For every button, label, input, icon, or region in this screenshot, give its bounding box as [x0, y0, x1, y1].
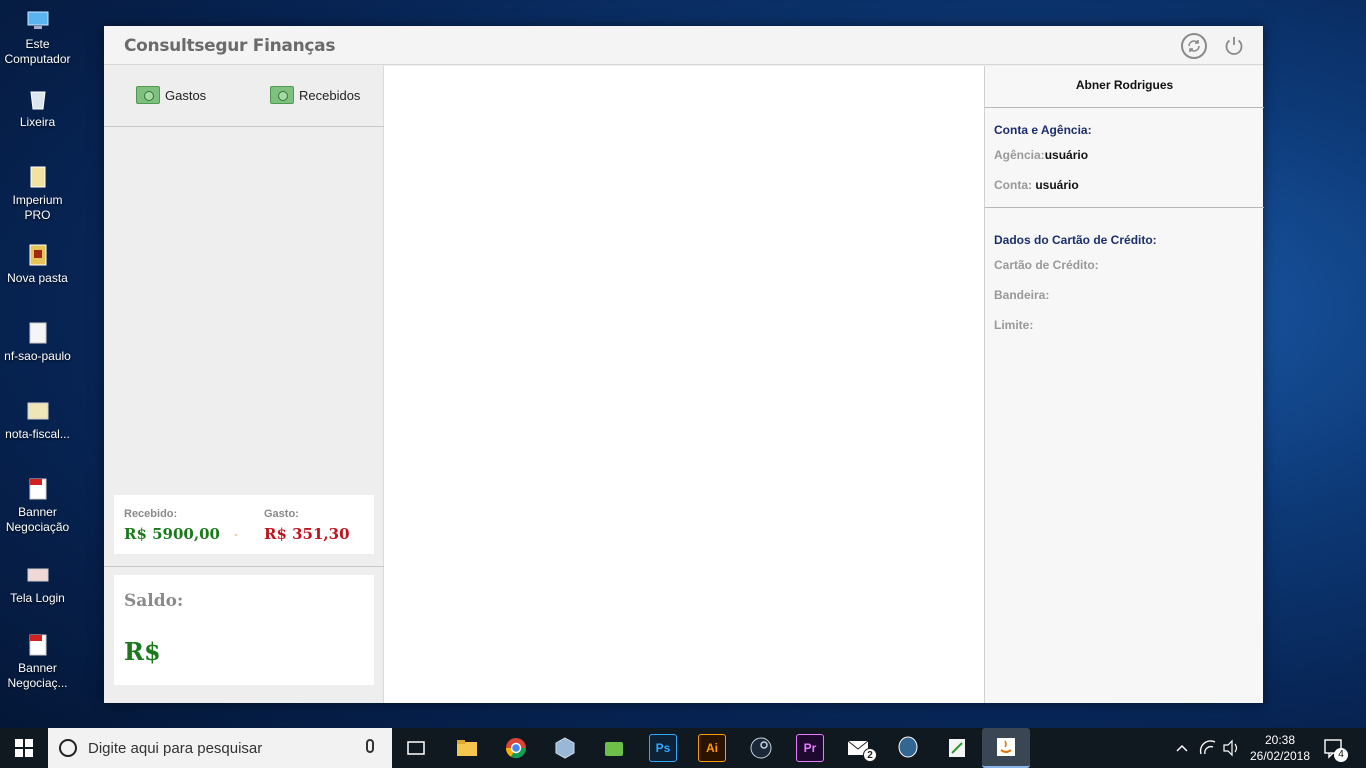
illustrator-icon[interactable]: Ai: [698, 734, 726, 762]
gastos-button[interactable]: Gastos: [136, 86, 206, 104]
gastos-label: Gastos: [165, 87, 207, 103]
desktop-icon-label: Banner Negociação: [5, 505, 70, 534]
divider: [104, 566, 384, 567]
clock[interactable]: 20:38 26/02/2018: [1240, 732, 1320, 764]
microphone-icon[interactable]: [366, 739, 374, 753]
saldo-value: R$: [124, 637, 161, 666]
conta-section-title: Conta e Agência:: [994, 123, 1092, 137]
steam-icon[interactable]: [747, 734, 775, 762]
notification-badge: 4: [1334, 748, 1348, 762]
android-icon[interactable]: [600, 734, 628, 762]
recebido-label: Recebido:: [124, 508, 178, 520]
pdf-icon: [29, 478, 46, 500]
desktop-icon-recycle-bin[interactable]: Lixeira: [0, 86, 75, 130]
money-icon: [270, 86, 294, 104]
document-icon: [30, 166, 45, 188]
start-button[interactable]: [0, 728, 48, 768]
java-icon[interactable]: [982, 728, 1030, 768]
desktop-icon-imperium[interactable]: Imperium PRO: [0, 164, 75, 223]
cortana-icon: [59, 739, 77, 757]
app-title: Consultsegur Finanças: [124, 36, 336, 56]
photoshop-icon[interactable]: Ps: [649, 734, 677, 762]
desktop-icon-label: Tela Login: [10, 591, 65, 605]
desktop-icon-banner-negociacao-2[interactable]: Banner Negociaç...: [0, 632, 75, 691]
conta-value: usuário: [1035, 178, 1079, 192]
desktop-icon-computer[interactable]: Este Computador: [0, 8, 75, 67]
desktop-icon-label: Banner Negociaç...: [7, 661, 68, 690]
money-icon: [136, 86, 160, 104]
power-button[interactable]: [1221, 33, 1247, 59]
divider: [985, 107, 1264, 108]
summary-dash: -: [234, 527, 238, 541]
mail-icon[interactable]: 2: [845, 734, 877, 762]
taskbar: Digite aqui para pesquisar Ps Ai Pr 2 20…: [0, 728, 1366, 768]
summary-card: Recebido: R$ 5900,00 - Gasto: R$ 351,30: [114, 495, 374, 554]
image-file-icon: [29, 322, 46, 344]
chrome-icon[interactable]: [502, 734, 530, 762]
mail-badge: 2: [863, 748, 877, 762]
task-view-icon[interactable]: [402, 734, 430, 762]
recebidos-button[interactable]: Recebidos: [270, 86, 360, 104]
virtualbox-icon[interactable]: [551, 734, 579, 762]
bandeira-label: Bandeira:: [994, 288, 1050, 302]
gasto-label: Gasto:: [264, 508, 299, 520]
refresh-icon: [1188, 40, 1200, 52]
clock-time: 20:38: [1264, 733, 1296, 747]
divider: [985, 207, 1264, 208]
agencia-field: Agência:usuário: [994, 148, 1088, 162]
desktop-icon-label: Imperium PRO: [12, 193, 63, 222]
search-box[interactable]: Digite aqui para pesquisar: [48, 728, 392, 768]
desktop-icon-label: Este Computador: [4, 37, 71, 66]
clock-date: 26/02/2018: [1249, 749, 1311, 763]
content-area: [384, 66, 984, 703]
user-name: Abner Rodrigues: [1075, 78, 1174, 92]
left-panel: Gastos Recebidos Recebido: R$ 5900,00 - …: [104, 66, 384, 703]
power-icon: [1225, 37, 1243, 55]
agencia-value: usuário: [1044, 148, 1089, 162]
image-file-icon: [27, 568, 48, 582]
recebido-value: R$ 5900,00: [124, 525, 220, 543]
agencia-label: Agência:: [994, 148, 1045, 162]
desktop-icon-banner-negociacao[interactable]: Banner Negociação: [0, 476, 75, 535]
saldo-label: Saldo:: [124, 591, 184, 611]
conta-field: Conta: usuário: [994, 178, 1079, 192]
desktop-icon-nova-pasta[interactable]: Nova pasta: [0, 242, 75, 286]
desktop-icon-label: nota-fiscal...: [5, 427, 70, 441]
volume-icon[interactable]: [1221, 728, 1241, 768]
app-window: Consultsegur Finanças Gastos Recebidos R…: [104, 26, 1264, 703]
gasto-value: R$ 351,30: [264, 525, 350, 543]
refresh-button[interactable]: [1181, 33, 1207, 59]
premiere-icon[interactable]: Pr: [796, 734, 824, 762]
windows-icon: [15, 739, 33, 757]
desktop-icon-label: Nova pasta: [7, 271, 68, 285]
editor-icon[interactable]: [943, 734, 971, 762]
wifi-icon[interactable]: [1198, 728, 1218, 768]
notifications-icon[interactable]: 4: [1322, 728, 1348, 768]
desktop-icon-nota-fiscal[interactable]: nota-fiscal...: [0, 398, 75, 442]
cartao-label: Cartão de Crédito:: [994, 258, 1099, 272]
recycle-bin-icon: [29, 91, 46, 110]
postgres-icon[interactable]: [894, 734, 922, 762]
nav-bar: Gastos Recebidos: [104, 66, 384, 127]
folder-icon: [29, 244, 46, 266]
search-placeholder: Digite aqui para pesquisar: [88, 740, 263, 757]
title-bar: Consultsegur Finanças: [104, 26, 1263, 65]
desktop-icon-tela-login[interactable]: Tela Login: [0, 562, 75, 606]
image-file-icon: [27, 402, 48, 420]
cartao-section-title: Dados do Cartão de Crédito:: [994, 233, 1157, 247]
desktop-icon-label: Lixeira: [19, 115, 56, 129]
desktop-icon-label: nf-sao-paulo: [4, 349, 71, 363]
saldo-card: Saldo: R$: [114, 575, 374, 685]
pdf-icon: [29, 634, 46, 656]
computer-icon: [27, 11, 48, 29]
file-explorer-icon[interactable]: [453, 734, 481, 762]
conta-label: Conta:: [994, 178, 1032, 192]
desktop-icon-nf-sao-paulo[interactable]: nf-sao-paulo: [0, 320, 75, 364]
limite-label: Limite:: [994, 318, 1034, 332]
recebidos-label: Recebidos: [299, 87, 361, 103]
user-panel: Abner Rodrigues Conta e Agência: Agência…: [984, 66, 1264, 703]
tray-chevron-icon[interactable]: [1172, 728, 1192, 768]
